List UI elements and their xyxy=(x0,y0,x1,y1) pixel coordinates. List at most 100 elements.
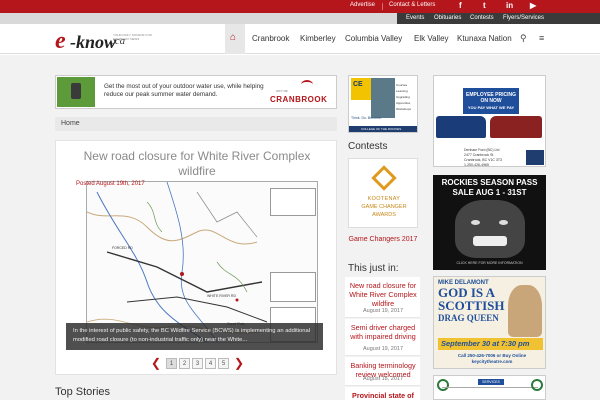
ad-footer: COLLEGE OF THE ROCKIES xyxy=(349,126,417,132)
just-in-heading: This just in: xyxy=(348,263,399,274)
nav-home-button[interactable]: ⌂ xyxy=(225,24,245,54)
nav-obituaries[interactable]: Obituaries xyxy=(434,15,461,21)
nav-events[interactable]: Events xyxy=(406,15,424,21)
ad-city-sub: CITY OF xyxy=(276,89,288,93)
middle-column: CE Courses Learning Upgrading Apprentice… xyxy=(345,75,420,401)
nav-kimberley[interactable]: Kimberley xyxy=(300,34,336,43)
ford-employee-pricing-ad[interactable]: EMPLOYEE PRICING ON NOW YOU PAY WHAT WE … xyxy=(433,75,546,167)
home-icon: ⌂ xyxy=(230,32,237,43)
rockies-season-pass-ad[interactable]: ROCKIES SEASON PASS SALE AUG 1 - 31ST CL… xyxy=(433,175,546,270)
article-excerpt-text: In the interest of public safety, the BC… xyxy=(73,328,311,343)
logo-e: e xyxy=(55,28,66,54)
nav-flyers-services[interactable]: Flyers/Services xyxy=(503,15,544,21)
truck-image xyxy=(436,116,486,138)
logo-ca: .ca xyxy=(112,35,126,47)
water-conservation-ad[interactable]: Get the most out of your outdoor water u… xyxy=(55,75,337,109)
ad-tagline: Think. Do. Become. xyxy=(351,116,382,120)
breadcrumb: Home xyxy=(55,117,337,131)
contest-card-line: GAME CHANGER xyxy=(361,204,407,210)
ad-photo xyxy=(371,78,395,118)
show-title: SCOTTISH xyxy=(438,298,505,313)
search-icon[interactable]: ⚲ xyxy=(520,33,527,44)
sprinkler-image xyxy=(57,77,95,107)
secondary-nav-panel: Events Obituaries Contests Flyers/Servic… xyxy=(397,13,600,24)
just-in-item[interactable]: Banking terminology review welcomed Augu… xyxy=(345,357,420,386)
linkedin-icon[interactable]: in xyxy=(506,1,513,10)
just-in-title[interactable]: New road closure for White River Complex… xyxy=(348,281,418,308)
page-button[interactable]: 2 xyxy=(179,358,190,369)
top-utility-bar: Advertise Contact & Letters f t in ▶ xyxy=(0,0,600,13)
ad-city-name: CRANBROOK xyxy=(270,95,328,104)
ad-footer: CLICK HERE FOR MORE INFORMATION xyxy=(456,261,523,265)
contests-heading: Contests xyxy=(348,141,388,152)
secondary-nav-bar: Events Obituaries Contests Flyers/Servic… xyxy=(0,13,600,24)
menu-icon[interactable]: ≡ xyxy=(539,33,544,43)
featured-article-card: New road closure for White River Complex… xyxy=(55,140,337,375)
employee-pricing-banner: EMPLOYEE PRICING ON NOW YOU PAY WHAT WE … xyxy=(463,88,519,114)
map-label: FORCED RD xyxy=(112,246,133,250)
facebook-icon[interactable]: f xyxy=(459,1,462,10)
game-changer-logo-icon xyxy=(371,165,397,191)
just-in-title[interactable]: Provincial state of xyxy=(348,391,418,400)
site-logo[interactable]: e -know YOUR DAILY SOURCE FOR KOOTENAY N… xyxy=(55,28,165,54)
just-in-date: August 19, 2017 xyxy=(362,308,404,314)
wildfire-map-image[interactable]: FORCED RD WHITE RIVER RD Canal Flats ALB… xyxy=(86,181,318,343)
nav-ktunaxa-nation[interactable]: Ktunaxa Nation xyxy=(457,34,512,43)
truck-image xyxy=(490,116,542,138)
youtube-icon[interactable]: ▶ xyxy=(530,1,536,10)
advertise-link[interactable]: Advertise xyxy=(350,2,375,8)
show-date-banner: September 30 at 7:30 pm xyxy=(438,338,543,350)
ad-sidebar: EMPLOYEE PRICING ON NOW YOU PAY WHAT WE … xyxy=(433,75,546,400)
next-arrow-icon[interactable]: ❯ xyxy=(234,356,244,370)
theatre-show-ad[interactable]: MIKE DELAMONT GOD IS A SCOTTISH DRAG QUE… xyxy=(433,276,546,369)
nav-elk-valley[interactable]: Elk Valley xyxy=(414,34,449,43)
services-ad[interactable]: SERVICES xyxy=(433,375,546,400)
ad-headline: SALE AUG 1 - 31ST xyxy=(452,188,527,197)
nav-columbia-valley[interactable]: Columbia Valley xyxy=(345,34,402,43)
city-crest-icon xyxy=(301,80,313,89)
college-ad[interactable]: CE Courses Learning Upgrading Apprentice… xyxy=(348,75,418,133)
just-in-item[interactable]: Provincial state of xyxy=(345,387,420,401)
just-in-title[interactable]: Semi driver charged with impaired drivin… xyxy=(348,323,418,341)
twitter-icon[interactable]: t xyxy=(483,1,486,10)
breadcrumb-home[interactable]: Home xyxy=(61,120,80,127)
divider xyxy=(382,3,383,10)
contest-link[interactable]: Game Changers 2017 xyxy=(348,235,418,244)
dealer-logo-icon xyxy=(526,150,544,165)
just-in-date: August 19, 2017 xyxy=(362,346,404,352)
logo-know: -know xyxy=(70,32,117,52)
map-legend xyxy=(270,188,316,216)
page-button[interactable]: 4 xyxy=(205,358,216,369)
article-title[interactable]: New road closure for White River Complex… xyxy=(66,149,328,179)
site-header: e -know YOUR DAILY SOURCE FOR KOOTENAY N… xyxy=(0,24,600,54)
map-label: WHITE RIVER RD xyxy=(207,294,236,298)
show-ticket-info: Call 250-426-7006 or Buy Online keycityt… xyxy=(457,353,527,364)
top-stories-heading: Top Stories xyxy=(55,386,111,398)
mascot-face-image xyxy=(455,200,525,258)
services-header: SERVICES xyxy=(478,379,504,385)
prev-arrow-icon[interactable]: ❮ xyxy=(151,356,161,370)
contact-letters-link[interactable]: Contact & Letters xyxy=(389,2,435,8)
performer-photo xyxy=(508,285,542,337)
just-in-item[interactable]: Semi driver charged with impaired drivin… xyxy=(345,319,420,356)
article-date: Posted August 19th, 2017 xyxy=(76,181,145,187)
article-excerpt[interactable]: In the interest of public safety, the BC… xyxy=(66,323,323,350)
contest-card-line: KOOTENAY xyxy=(367,196,401,202)
contest-card-line: AWARDS xyxy=(372,212,396,218)
page-button[interactable]: 5 xyxy=(218,358,229,369)
dealer-address: Denham Ford (BC) Ltd 2477 Cranbrook St C… xyxy=(464,148,502,167)
contest-card[interactable]: KOOTENAY GAME CHANGER AWARDS xyxy=(348,158,418,228)
just-in-date: August 18, 2017 xyxy=(362,376,404,382)
page-button[interactable]: 1 xyxy=(166,358,177,369)
ad-text: Get the most out of your outdoor water u… xyxy=(104,83,264,98)
logo-icon xyxy=(531,379,543,391)
nav-cranbrook[interactable]: Cranbrook xyxy=(252,34,289,43)
just-in-item[interactable]: New road closure for White River Complex… xyxy=(345,277,420,318)
show-title: DRAG QUEEN xyxy=(438,313,499,323)
ce-logo: CE xyxy=(351,78,371,100)
ad-headline: ROCKIES SEASON PASS xyxy=(441,178,538,187)
page-button[interactable]: 3 xyxy=(192,358,203,369)
nav-contests[interactable]: Contests xyxy=(470,15,494,21)
services-list xyxy=(442,387,538,399)
map-inset xyxy=(270,272,316,302)
